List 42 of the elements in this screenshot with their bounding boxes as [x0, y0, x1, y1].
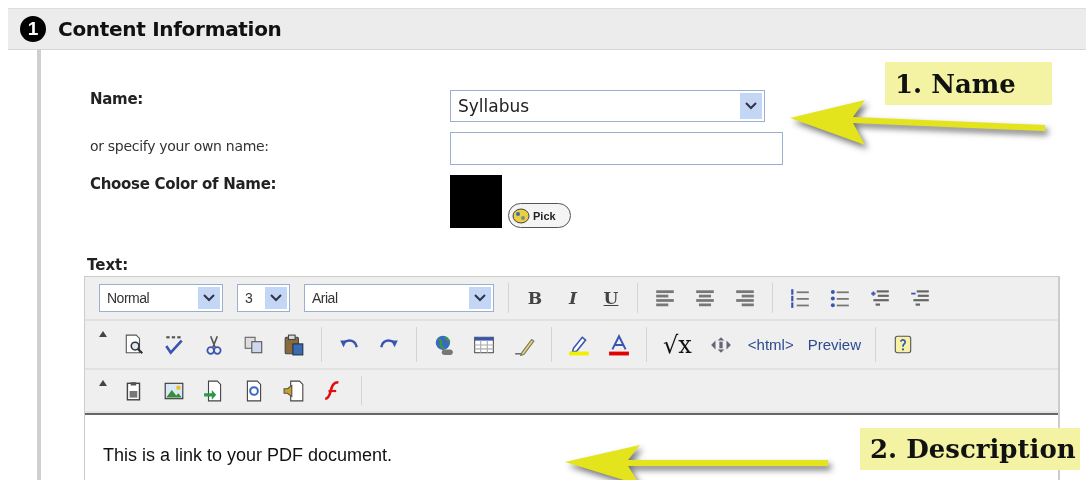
paste-icon: [283, 333, 305, 356]
field-label: Name:: [90, 90, 144, 110]
formula-button[interactable]: √x: [661, 331, 694, 358]
toolbar-link[interactable]: Preview: [807, 331, 862, 358]
chevron-down-icon: [270, 293, 282, 303]
callout-label: 1. Name: [885, 62, 1052, 105]
page-magnifier-icon: [123, 333, 145, 356]
collapse-icon: [99, 331, 107, 337]
field-label: or specify your own name:: [90, 137, 270, 156]
indent-icon: [869, 287, 891, 309]
dropdown[interactable]: Arial: [304, 284, 494, 312]
chevron-down-icon: [203, 293, 215, 303]
pick-button[interactable]: Pick: [508, 203, 571, 228]
step-number: 1: [20, 16, 46, 42]
callout-label: 2. Description: [860, 428, 1080, 470]
field-label: Choose Color of Name:: [90, 175, 278, 195]
speaker-document-icon: [283, 379, 305, 402]
bold-button[interactable]: B: [523, 285, 547, 311]
dropdown[interactable]: Syllabus: [450, 90, 765, 122]
outdent-icon: [909, 287, 931, 309]
bulleted-list-icon: [829, 287, 851, 309]
globe-icon: [433, 333, 455, 356]
align-left-icon: [654, 287, 676, 309]
chevron-down-icon: [474, 293, 486, 303]
align-right-icon: [734, 287, 756, 309]
highlighter-icon: [568, 333, 590, 356]
editor-text: This is a link to your PDF document.: [103, 445, 393, 465]
dropdown[interactable]: Normal: [99, 284, 223, 312]
align-center-icon: [694, 287, 716, 309]
underline-button[interactable]: U: [599, 285, 623, 311]
palette-icon: [512, 207, 530, 224]
font-color-icon: [608, 333, 630, 356]
collapse-icon: [99, 380, 107, 386]
numbered-list-icon: [789, 287, 811, 309]
section-title: Content Information: [58, 17, 282, 41]
chevron-down-icon: [745, 101, 757, 111]
italic-button[interactable]: I: [561, 285, 585, 311]
toolbar-link[interactable]: <html>: [747, 331, 794, 358]
dropdown[interactable]: 3: [237, 284, 290, 312]
field-label: Text:: [87, 256, 129, 274]
spellcheck-icon: [163, 333, 185, 356]
input-field[interactable]: [450, 132, 783, 165]
